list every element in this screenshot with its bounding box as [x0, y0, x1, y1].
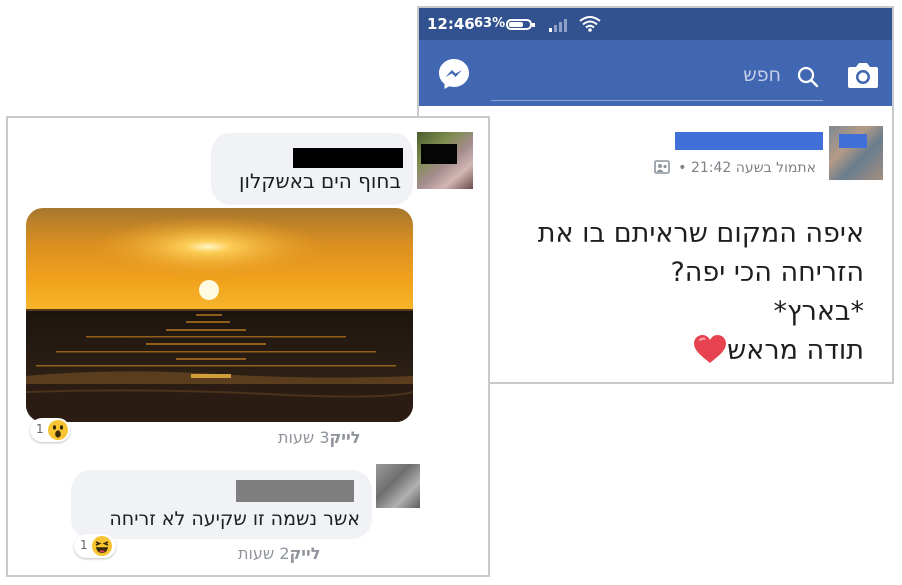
- comment-bubble[interactable]: בחוף הים באשקלון: [211, 133, 413, 205]
- post-line: איפה המקום שראיתם בו את: [537, 218, 864, 249]
- reaction-count: 1: [36, 422, 44, 436]
- comment-time: 2 שעות: [238, 544, 290, 563]
- comment-meta: לייק2 שעות: [238, 544, 342, 563]
- battery-percent: 63%: [474, 16, 506, 31]
- post-text: איפה המקום שראיתם בו את הזריחה הכי יפה? …: [434, 214, 864, 370]
- search-icon: [797, 66, 819, 88]
- signal-icon: [549, 19, 567, 32]
- camera-icon[interactable]: [847, 60, 879, 90]
- poster-avatar[interactable]: [829, 126, 883, 180]
- reaction-count: 1: [80, 538, 88, 552]
- like-button[interactable]: לייק: [290, 544, 321, 563]
- commenter-name-redacted: [293, 148, 403, 168]
- reaction-badge[interactable]: 1: [74, 534, 116, 558]
- status-time: 12:46: [427, 15, 475, 33]
- haha-icon: [92, 536, 112, 556]
- commenter-avatar[interactable]: [417, 132, 473, 189]
- post-line: *בארץ*: [773, 296, 864, 327]
- post-line: תודה מראש: [727, 335, 864, 366]
- status-bar: 12:46 63%: [419, 8, 892, 40]
- post-line-last: תודה מראש: [434, 331, 864, 370]
- commenter-name-redacted: [236, 480, 354, 502]
- wow-icon: [48, 420, 68, 440]
- comment-text: בחוף הים באשקלון: [239, 169, 401, 193]
- comments-screenshot: בחוף הים באשקלון 1 לייק3 שעות אשר נשמה ז…: [6, 116, 490, 577]
- like-button[interactable]: לייק: [330, 428, 361, 447]
- avatar-redaction: [421, 144, 457, 164]
- sunset-photo[interactable]: [26, 208, 413, 422]
- friends-icon: [653, 160, 670, 174]
- poster-name-redacted: [675, 132, 823, 150]
- comment-text: אשר נשמה זו שקיעה לא זריחה: [109, 508, 360, 530]
- post-line: הזריחה הכי יפה?: [670, 257, 864, 288]
- reaction-badge[interactable]: 1: [30, 418, 70, 442]
- comment-bubble[interactable]: אשר נשמה זו שקיעה לא זריחה: [71, 470, 372, 539]
- commenter-avatar[interactable]: [376, 464, 420, 508]
- messenger-icon[interactable]: [437, 57, 471, 91]
- avatar-redaction: [839, 134, 867, 148]
- sunset-image: [26, 208, 413, 422]
- comment-time: 3 שעות: [278, 428, 330, 447]
- wifi-icon: [579, 16, 601, 32]
- heart-icon: [694, 335, 727, 363]
- search-field[interactable]: חפש: [491, 58, 823, 101]
- search-placeholder: חפש: [743, 64, 781, 86]
- post-meta: אתמול בשעה 21:42 •: [653, 160, 816, 176]
- comment-meta: לייק3 שעות: [278, 428, 382, 447]
- post-time: אתמול בשעה 21:42 •: [678, 160, 816, 176]
- battery-icon: [506, 19, 535, 30]
